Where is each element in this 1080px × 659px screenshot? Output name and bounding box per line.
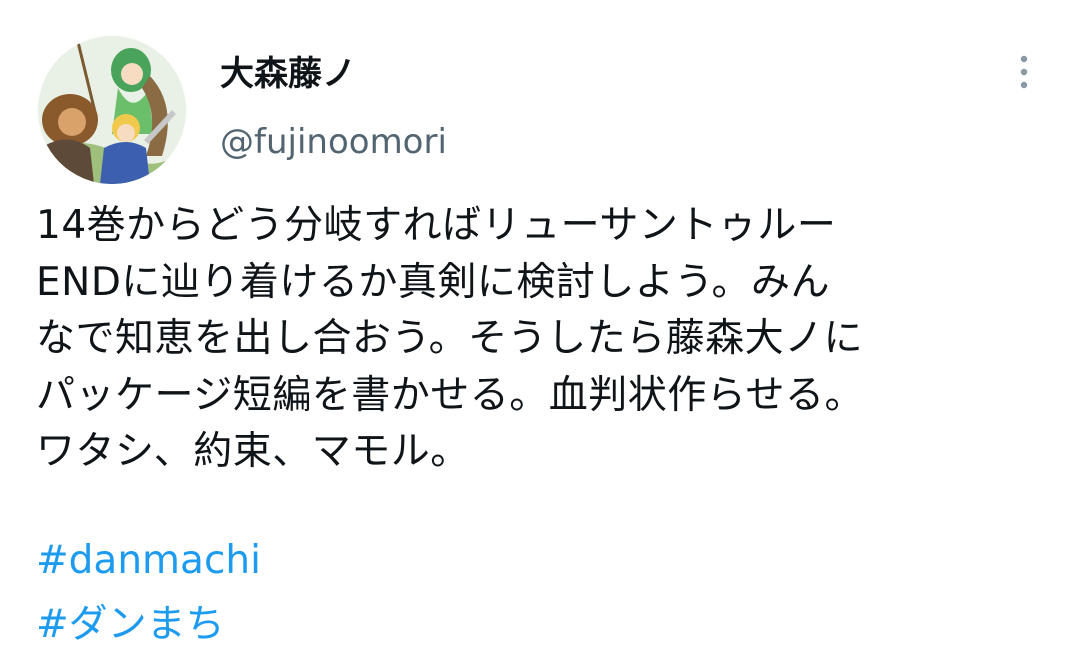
tweet-text-line: ENDに辿り着けるか真剣に検討しよう。みん [36, 259, 831, 305]
anime-characters-avatar-icon [38, 36, 186, 184]
author-display-name[interactable]: 大森藤ノ [220, 52, 356, 96]
tweet-text: 14巻からどう分岐すればリューサントゥルー ENDに辿り着けるか真剣に検討しよう… [36, 198, 1046, 481]
tweet-text-line: ワタシ、約束、マモル。 [36, 429, 470, 474]
author-handle[interactable]: @fujinoomori [220, 120, 447, 164]
tweet-text-line: パッケージ短編を書かせる。血判状作らせる。 [36, 372, 864, 418]
avatar[interactable] [38, 36, 186, 184]
hashtag-link-danmachi-jp[interactable]: #ダンまち [36, 600, 225, 650]
tweet-card: 大森藤ノ @fujinoomori 14巻からどう分岐すればリューサントゥルー … [0, 0, 1080, 659]
tweet-text-line: 14巻からどう分岐すればリューサントゥルー [36, 203, 837, 248]
tweet-text-line: なで知恵を出し合おう。そうしたら藤森大ノに [36, 316, 864, 361]
hashtag-link-danmachi[interactable]: #danmachi [36, 536, 261, 586]
more-vertical-icon [1020, 55, 1028, 89]
more-options-button[interactable] [1004, 50, 1044, 94]
